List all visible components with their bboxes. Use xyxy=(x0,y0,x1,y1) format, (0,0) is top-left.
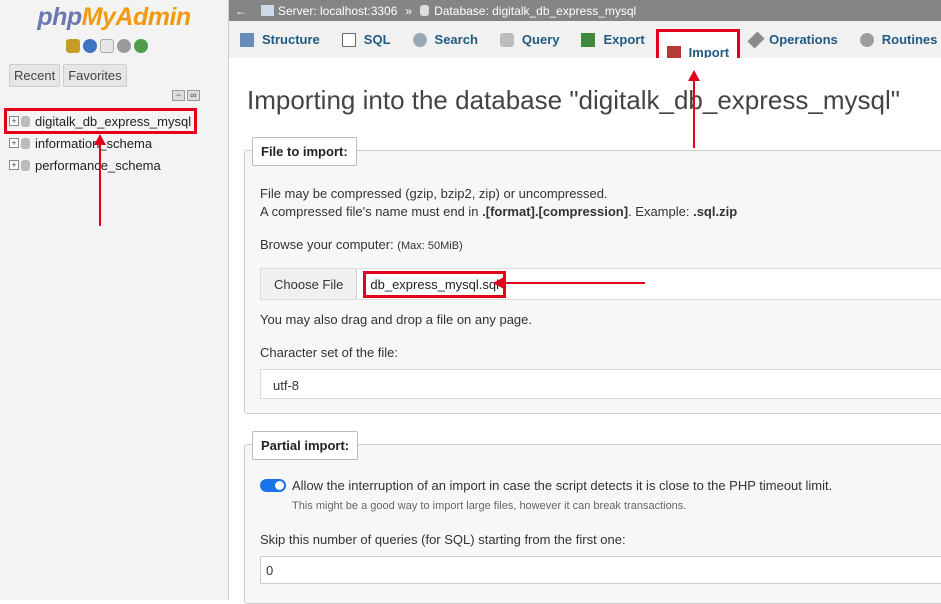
allow-interrupt-toggle[interactable] xyxy=(260,479,286,492)
routines-icon xyxy=(859,32,874,47)
file-to-import-section: File to import: File may be compressed (… xyxy=(244,137,941,414)
max-size-note: (Max: 50MiB) xyxy=(397,240,463,252)
choose-file-button[interactable]: Choose File xyxy=(261,269,358,299)
selected-file-name: db_express_mysql.sql xyxy=(363,270,506,298)
server-icon xyxy=(261,5,274,16)
documentation-icon[interactable] xyxy=(100,39,114,53)
tab-search[interactable]: Search xyxy=(402,21,489,58)
file-name-note: A compressed file's name must end in .[f… xyxy=(260,204,738,219)
database-icon xyxy=(420,5,430,16)
section-legend: Partial import: xyxy=(252,431,359,460)
home-icon[interactable] xyxy=(66,39,80,53)
info-icon[interactable] xyxy=(83,39,97,53)
skip-queries-label: Skip this number of queries (for SQL) st… xyxy=(260,532,626,547)
skip-queries-input[interactable]: 0 xyxy=(260,556,941,584)
reload-icon[interactable] xyxy=(134,39,148,53)
compress-note: File may be compressed (gzip, bzip2, zip… xyxy=(260,186,608,201)
tab-structure[interactable]: Structure xyxy=(229,21,331,58)
back-arrow-icon[interactable]: ← xyxy=(235,4,247,18)
export-icon xyxy=(581,32,596,47)
breadcrumb-database[interactable]: Database: digitalk_db_express_mysql xyxy=(434,4,636,18)
database-item-performance-schema[interactable]: + performance_schema xyxy=(9,154,224,176)
collapse-all-icon[interactable]: − xyxy=(172,90,185,101)
interrupt-hint: This might be a good way to import large… xyxy=(292,500,687,512)
tab-sql[interactable]: SQL xyxy=(331,21,402,58)
recent-tab[interactable]: Recent xyxy=(9,64,61,87)
expand-icon[interactable]: + xyxy=(9,138,19,148)
query-icon xyxy=(499,32,514,47)
nav-tabs: Recent Favorites xyxy=(9,64,127,87)
database-item-digitalk[interactable]: + digitalk_db_express_mysql xyxy=(4,108,197,134)
wrench-icon xyxy=(747,31,765,48)
annotation-arrow-line xyxy=(99,144,101,226)
database-name[interactable]: performance_schema xyxy=(35,158,161,173)
section-legend: File to import: xyxy=(252,137,357,166)
breadcrumb: ← Server: localhost:3306 » Database: dig… xyxy=(229,0,941,21)
database-name[interactable]: digitalk_db_express_mysql xyxy=(35,114,191,129)
allow-interrupt-label: Allow the interruption of an import in c… xyxy=(292,478,833,493)
favorites-tab[interactable]: Favorites xyxy=(63,64,127,87)
annotation-arrow-line xyxy=(693,80,695,148)
main-content: Importing into the database "digitalk_db… xyxy=(229,58,941,604)
browse-label: Browse your computer: (Max: 50MiB) xyxy=(260,237,463,252)
expand-icon[interactable]: + xyxy=(9,160,19,170)
database-icon xyxy=(21,159,30,171)
settings-gear-icon[interactable] xyxy=(117,39,131,53)
tree-controls: − ∞ xyxy=(172,90,200,101)
tab-operations[interactable]: Operations xyxy=(740,21,849,58)
navigation-panel: phpMyAdmin Recent Favorites − ∞ + digita… xyxy=(0,0,229,600)
file-input[interactable]: Choose File db_express_mysql.sql xyxy=(260,268,941,300)
partial-import-section: Partial import: Allow the interruption o… xyxy=(244,431,941,604)
database-tree: + digitalk_db_express_mysql + informatio… xyxy=(4,108,224,176)
database-icon xyxy=(21,137,30,149)
structure-icon xyxy=(240,32,254,47)
charset-label: Character set of the file: xyxy=(260,345,399,360)
phpmyadmin-logo[interactable]: phpMyAdmin xyxy=(0,3,228,32)
link-icon[interactable]: ∞ xyxy=(187,90,200,101)
tab-export[interactable]: Export xyxy=(570,21,655,58)
expand-icon[interactable]: + xyxy=(9,116,19,126)
tab-routines[interactable]: Routines xyxy=(849,21,941,58)
database-item-information-schema[interactable]: + information_schema xyxy=(9,132,224,154)
search-icon xyxy=(412,32,427,47)
charset-select[interactable]: utf-8 xyxy=(260,369,941,399)
tab-query[interactable]: Query xyxy=(489,21,571,58)
tab-menu: Structure SQL Search Query Export Import… xyxy=(229,21,941,76)
annotation-arrow-line xyxy=(503,282,645,284)
sql-icon xyxy=(341,32,356,47)
page-title: Importing into the database "digitalk_db… xyxy=(247,85,900,115)
breadcrumb-separator: » xyxy=(405,3,413,18)
nav-icon-bar xyxy=(66,39,148,53)
drag-drop-note: You may also drag and drop a file on any… xyxy=(260,312,532,327)
breadcrumb-server[interactable]: Server: localhost:3306 xyxy=(278,4,397,18)
database-icon xyxy=(21,115,30,127)
